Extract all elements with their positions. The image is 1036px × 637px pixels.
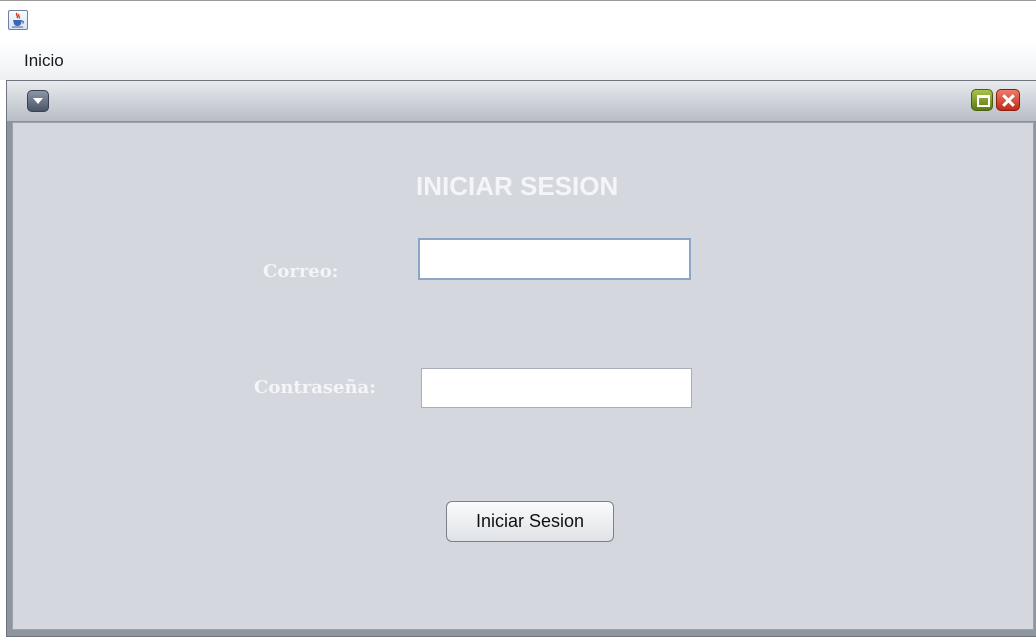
window-title-bar	[0, 0, 1036, 42]
email-field[interactable]	[418, 238, 691, 280]
password-label: Contraseña:	[254, 377, 376, 398]
login-panel: INICIAR SESION Correo: Contraseña: Inici…	[12, 122, 1034, 630]
email-label: Correo:	[263, 261, 339, 282]
menu-bar: Inicio	[0, 42, 1036, 80]
login-button[interactable]: Iniciar Sesion	[446, 501, 614, 542]
java-cup-icon	[8, 10, 28, 30]
password-field[interactable]	[421, 368, 692, 408]
menu-item-inicio[interactable]: Inicio	[24, 51, 64, 71]
internal-frame: INICIAR SESION Correo: Contraseña: Inici…	[6, 80, 1036, 637]
close-icon[interactable]	[996, 89, 1020, 111]
chevron-down-icon[interactable]	[27, 90, 49, 112]
maximize-icon[interactable]	[971, 89, 993, 111]
page-title: INICIAR SESION	[416, 171, 619, 201]
internal-frame-title-bar[interactable]	[7, 81, 1036, 122]
